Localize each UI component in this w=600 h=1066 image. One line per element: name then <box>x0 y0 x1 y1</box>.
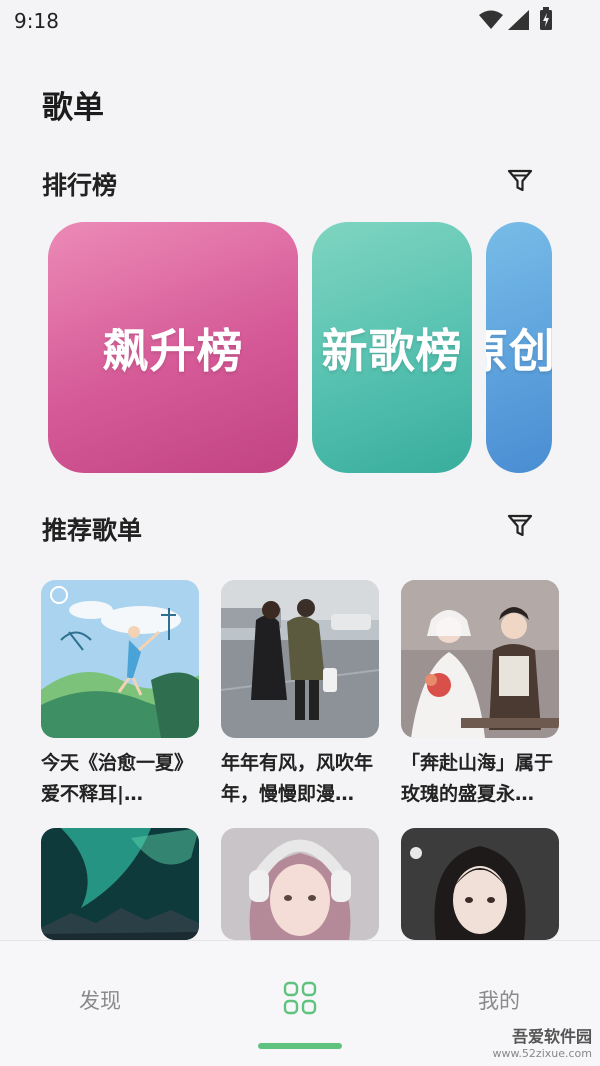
recommend-section-title: 推荐歌单 <box>42 516 143 545</box>
watermark-url: www.52zixue.com <box>492 1047 592 1060</box>
nav-active-indicator <box>258 1043 342 1049</box>
rank-filter-button[interactable] <box>502 163 538 199</box>
app-screen: 9:18 歌单 排行榜 飙升榜 新歌榜 原创 推荐歌单 <box>0 0 600 1066</box>
playlist-cover <box>401 580 559 738</box>
playlist-name: 「奔赴山海」属于玫瑰的盛夏永… <box>401 752 554 805</box>
battery-icon <box>540 7 552 30</box>
watermark-title: 吾爱软件园 <box>511 1027 592 1046</box>
rank-card-label: 原创 <box>486 323 552 378</box>
rank-card-new-songs[interactable]: 新歌榜 <box>312 222 472 473</box>
playlist-item[interactable]: 今天《治愈一夏》爱不释耳|… <box>41 580 199 810</box>
grid-icon <box>283 981 317 1015</box>
playlist-cover <box>41 580 199 738</box>
rank-card-original[interactable]: 原创 <box>486 222 552 473</box>
nav-playlists[interactable] <box>283 981 317 1015</box>
rank-section-title: 排行榜 <box>42 171 118 200</box>
status-bar: 9:18 <box>0 0 600 42</box>
filter-icon <box>507 514 533 537</box>
watermark: 吾爱软件园 www.52zixue.com <box>492 1023 592 1060</box>
playlist-cover <box>221 828 379 940</box>
rank-card-label: 飙升榜 <box>102 323 244 378</box>
rank-card-label: 新歌榜 <box>321 323 463 378</box>
page-title: 歌单 <box>42 90 104 126</box>
playlist-cover <box>41 828 199 940</box>
wifi-icon <box>479 10 503 29</box>
recommend-filter-button[interactable] <box>502 508 538 544</box>
playlist-name: 年年有风，风吹年年，慢慢即漫… <box>221 752 374 805</box>
playlist-cover <box>401 828 559 940</box>
nav-mine[interactable]: 我的 <box>478 985 520 1015</box>
filter-icon <box>507 169 533 192</box>
playlist-item[interactable]: 「奔赴山海」属于玫瑰的盛夏永… <box>401 580 559 810</box>
playlist-item[interactable]: 年年有风，风吹年年，慢慢即漫… <box>221 580 379 810</box>
nav-discover[interactable]: 发现 <box>79 985 121 1015</box>
status-time: 9:18 <box>14 9 59 33</box>
playlist-cover <box>221 580 379 738</box>
playlist-name: 今天《治愈一夏》爱不释耳|… <box>41 752 194 805</box>
rank-card-soaring[interactable]: 飙升榜 <box>48 222 298 473</box>
signal-icon <box>508 10 529 30</box>
